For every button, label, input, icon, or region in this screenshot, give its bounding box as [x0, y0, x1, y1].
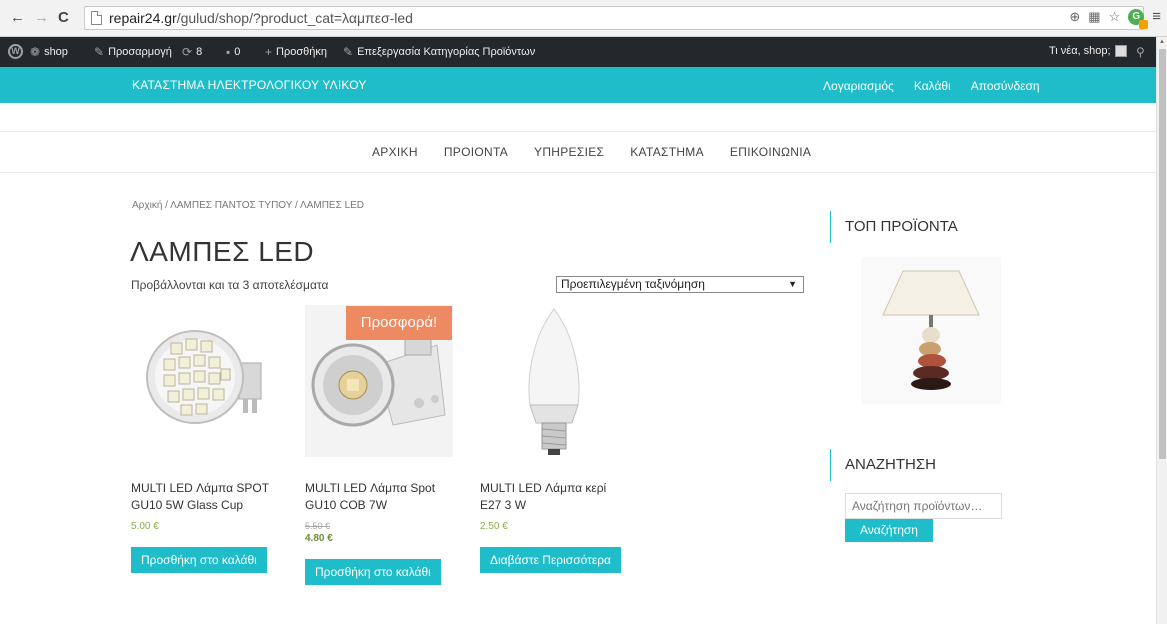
translate-icon[interactable]: ▦: [1088, 9, 1100, 25]
browser-actions: ⊕ ▦ ☆ G ≡: [1069, 8, 1161, 29]
sort-selected-value: Προεπιλεγμένη ταξινόμηση: [561, 277, 705, 291]
account-link[interactable]: Λογαριασμός: [823, 79, 894, 93]
product-image[interactable]: [480, 305, 628, 457]
admin-account-link[interactable]: Τι νέα, shop;: [1049, 45, 1127, 57]
product-card: MULTI LED Λάμπα SPOT GU10 5W Glass Cup 5…: [131, 305, 279, 573]
cart-link[interactable]: Καλάθι: [914, 79, 951, 93]
product-name[interactable]: MULTI LED Λάμπα Spot GU10 COB 7W: [305, 480, 453, 514]
admin-comments-link[interactable]: ▪ 0: [226, 45, 240, 59]
product-card: MULTI LED Λάμπα κερί E27 3 W 2.50 € Διαβ…: [480, 305, 628, 573]
scroll-up-icon[interactable]: ▲: [1159, 39, 1165, 45]
add-to-cart-button[interactable]: Προσθήκη στο καλάθι: [131, 547, 267, 573]
product-image[interactable]: [131, 305, 279, 457]
url-text: repair24.gr/gulud/shop/?product_cat=λαμπ…: [109, 10, 413, 26]
search-button[interactable]: Αναζήτηση: [845, 519, 933, 542]
site-header: ΚΑΤΑΣΤΗΜΑ ΗΛΕΚΤΡΟΛΟΓΙΚΟΥ ΥΛΙΚΟΥ Λογαριασ…: [0, 67, 1156, 103]
brush-icon: ✎: [94, 45, 105, 59]
admin-updates-link[interactable]: ⟳ 8: [182, 45, 202, 59]
main-navigation: ΑΡΧΙΚΗ ΠΡΟΙΟΝΤΑ ΥΠΗΡΕΣΙΕΣ ΚΑΤΑΣΤΗΜΑ ΕΠΙΚ…: [0, 131, 1156, 173]
page-title: ΛΑΜΠΕΣ LED: [130, 236, 315, 267]
product-search-input[interactable]: [845, 493, 1002, 519]
dashboard-icon: ❁: [30, 45, 41, 59]
extension-icon[interactable]: G: [1128, 8, 1149, 29]
product-sale-price: 4.80 €: [305, 533, 333, 544]
breadcrumb[interactable]: Αρχική / ΛΑΜΠΕΣ ΠΑΝΤΟΣ ΤΥΠΟΥ / ΛΑΜΠΕΣ LE…: [132, 200, 364, 211]
browser-toolbar: ← → C repair24.gr/gulud/shop/?product_ca…: [0, 0, 1167, 37]
product-price: 2.50 €: [480, 521, 508, 532]
result-count: Προβάλλονται και τα 3 αποτελέσματα: [131, 278, 329, 292]
bookmark-star-icon[interactable]: ☆: [1109, 9, 1121, 25]
zoom-icon[interactable]: ⊕: [1069, 9, 1080, 25]
product-price: 5.00 €: [131, 521, 159, 532]
updates-icon: ⟳: [182, 45, 193, 59]
product-name[interactable]: MULTI LED Λάμπα κερί E27 3 W: [480, 480, 628, 514]
admin-customize-link[interactable]: ✎ Προσαρμογή: [94, 45, 172, 59]
dropdown-arrow-icon: ▼: [788, 279, 797, 289]
browser-menu-icon[interactable]: ≡: [1152, 8, 1161, 25]
admin-site-link[interactable]: ❁ shop: [30, 45, 68, 59]
scrollbar[interactable]: ▲: [1156, 37, 1167, 624]
nav-item-contact[interactable]: ΕΠΙΚΟΙΝΩΝΙΑ: [730, 145, 811, 159]
pencil-icon: ✎: [343, 45, 354, 59]
nav-item-store[interactable]: ΚΑΤΑΣΤΗΜΑ: [630, 145, 704, 159]
top-products-title: ΤΟΠ ΠΡΟΪΟΝΤΑ: [830, 211, 958, 243]
top-product-image[interactable]: [861, 257, 1001, 404]
address-bar[interactable]: repair24.gr/gulud/shop/?product_cat=λαμπ…: [84, 6, 1144, 30]
wordpress-logo-icon[interactable]: W: [8, 44, 23, 59]
nav-item-services[interactable]: ΥΠΗΡΕΣΙΕΣ: [534, 145, 604, 159]
logout-link[interactable]: Αποσύνδεση: [971, 79, 1040, 93]
sort-select[interactable]: Προεπιλεγμένη ταξινόμηση ▼: [556, 276, 804, 293]
account-links: Λογαριασμός Καλάθι Αποσύνδεση: [823, 79, 1040, 93]
admin-search-icon[interactable]: ⚲: [1136, 45, 1145, 59]
sale-badge: Προσφορά!: [346, 306, 452, 340]
product-old-price: 5.50 €: [305, 521, 331, 531]
admin-edit-category-link[interactable]: ✎ Επεξεργασία Κατηγορίας Προϊόντων: [343, 45, 535, 59]
admin-new-link[interactable]: + Προσθήκη: [265, 45, 327, 59]
add-to-cart-button[interactable]: Προσθήκη στο καλάθι: [305, 559, 441, 585]
product-card: MULTI LED Λάμπα Spot GU10 COB 7W 5.50 € …: [305, 305, 453, 585]
nav-item-products[interactable]: ΠΡΟΙΟΝΤΑ: [444, 145, 508, 159]
avatar: [1114, 45, 1127, 57]
read-more-button[interactable]: Διαβάστε Περισσότερα: [480, 547, 621, 573]
product-name[interactable]: MULTI LED Λάμπα SPOT GU10 5W Glass Cup: [131, 480, 279, 514]
admin-bar: W ❁ shop ✎ Προσαρμογή ⟳ 8 ▪ 0 + Προσθήκη ✎ Επε…: [0, 37, 1156, 67]
site-title[interactable]: ΚΑΤΑΣΤΗΜΑ ΗΛΕΚΤΡΟΛΟΓΙΚΟΥ ΥΛΙΚΟΥ: [132, 78, 367, 92]
forward-arrow-icon[interactable]: →: [34, 9, 49, 26]
page-icon: [91, 11, 102, 25]
reload-icon[interactable]: C: [58, 9, 69, 26]
scroll-thumb[interactable]: [1159, 49, 1166, 459]
plus-icon: +: [265, 45, 273, 59]
search-widget-title: ΑΝΑΖΗΤΗΣΗ: [830, 449, 936, 481]
nav-item-home[interactable]: ΑΡΧΙΚΗ: [372, 145, 418, 159]
back-arrow-icon[interactable]: ←: [10, 9, 25, 26]
comment-icon: ▪: [226, 45, 231, 59]
